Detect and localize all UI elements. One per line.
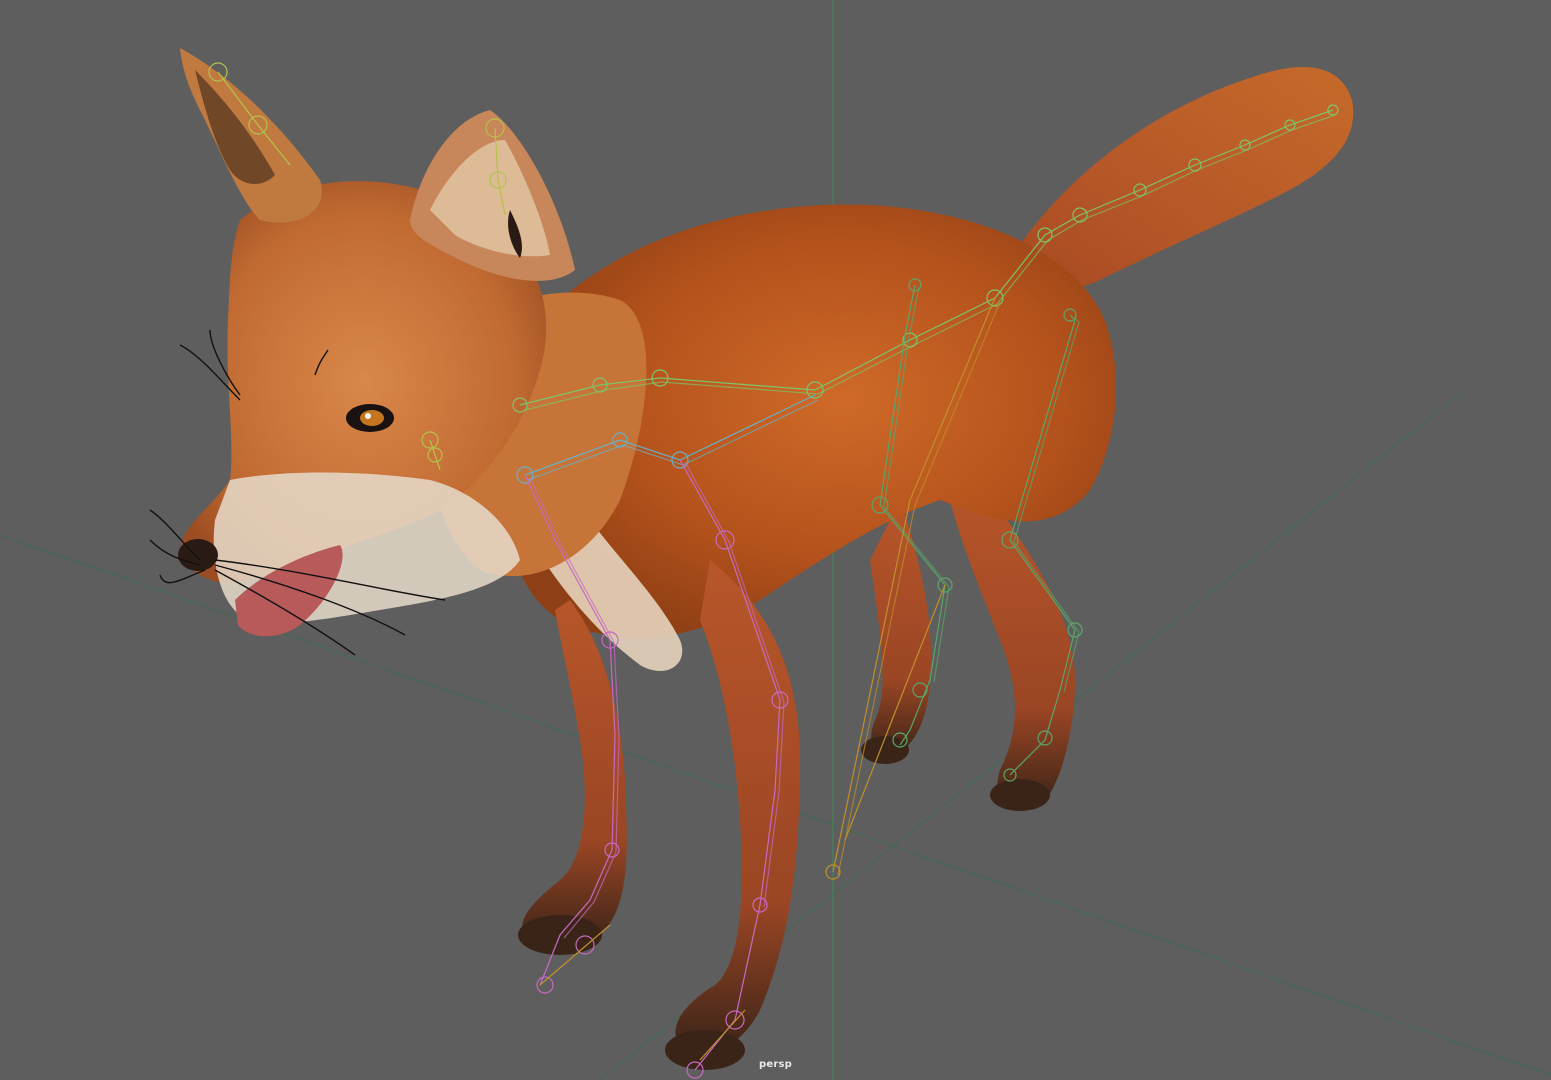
- camera-name-label: persp: [759, 1059, 792, 1070]
- fox-mesh[interactable]: [149, 48, 1354, 1070]
- fox-paw-rear-back: [861, 736, 909, 764]
- fox-rear-leg-front: [950, 480, 1075, 809]
- viewport-canvas[interactable]: [0, 0, 1551, 1080]
- fox-ear-left: [180, 48, 322, 223]
- fox-tail: [1010, 67, 1354, 290]
- fox-paw-rear-front: [990, 779, 1050, 811]
- fox-front-leg-right: [675, 560, 800, 1054]
- 3d-viewport[interactable]: persp: [0, 0, 1551, 1080]
- fox-rear-leg-back: [870, 500, 931, 758]
